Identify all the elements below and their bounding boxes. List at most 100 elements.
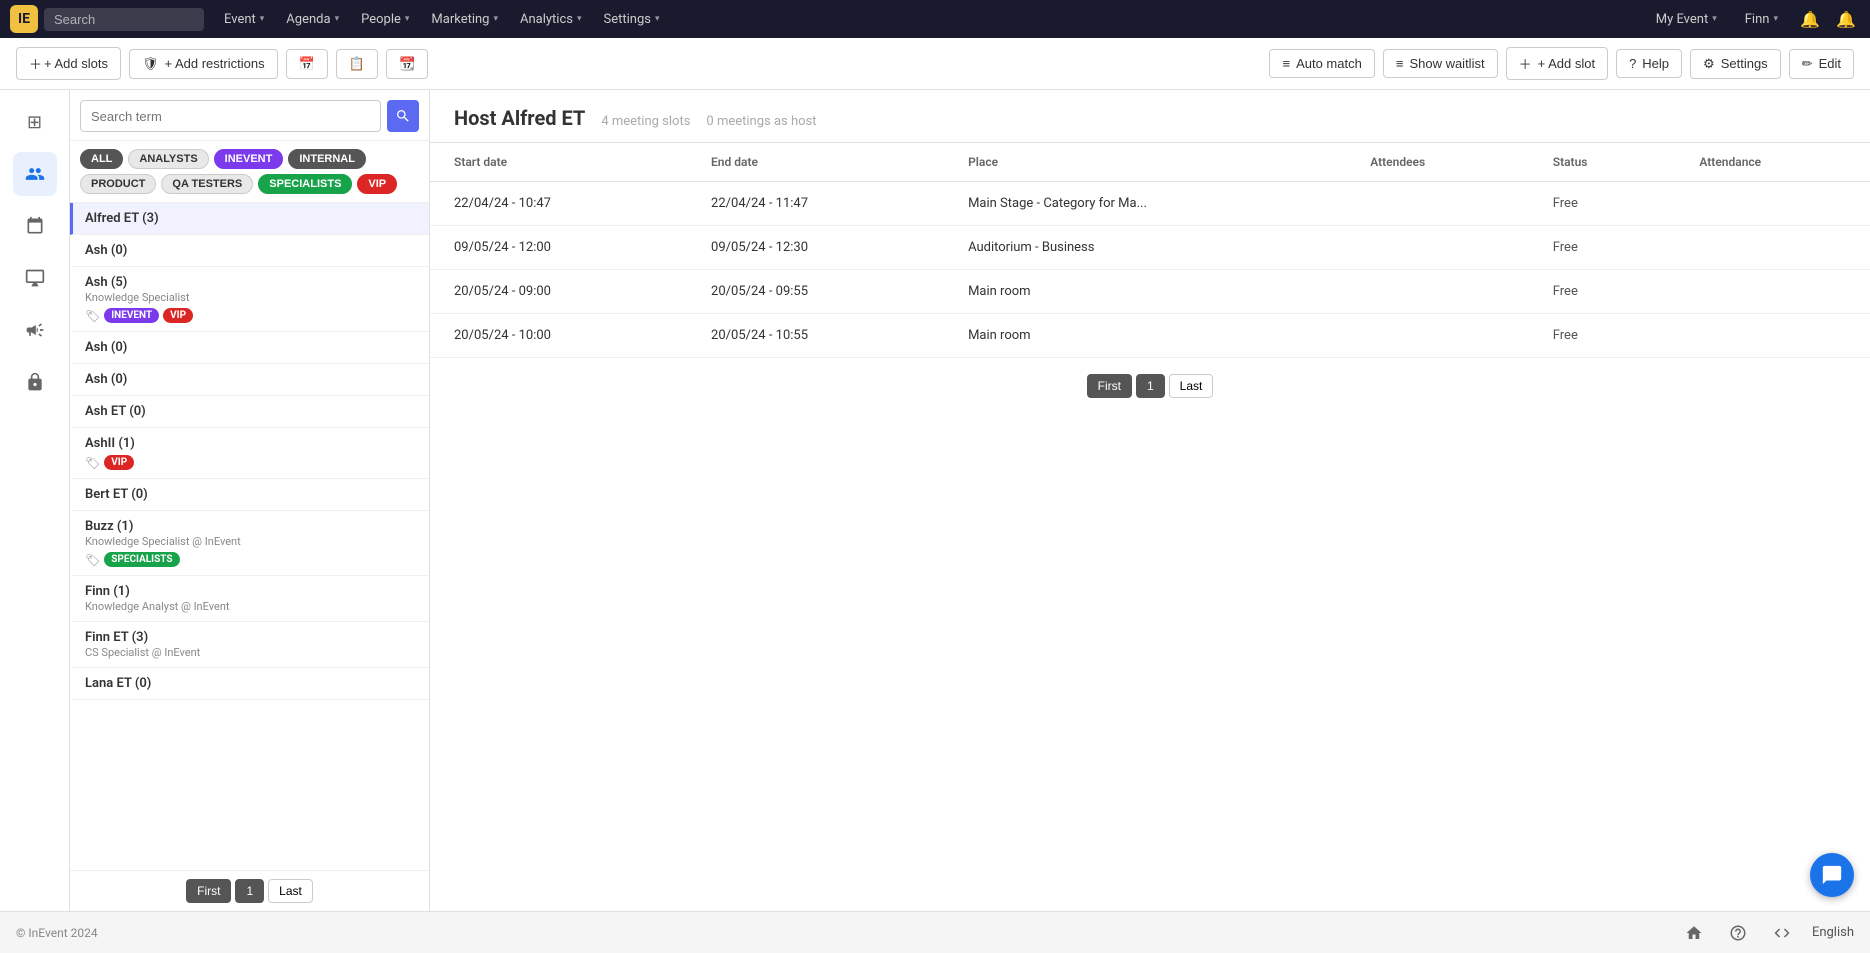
edit-icon: ✏ xyxy=(1802,56,1813,72)
person-item-bert[interactable]: Bert ET (0) xyxy=(70,479,429,511)
table-pagination: First 1 Last xyxy=(430,358,1870,414)
home-icon[interactable] xyxy=(1680,919,1708,947)
table-page-last-button[interactable]: Last xyxy=(1169,374,1214,398)
tag-filter-all[interactable]: ALL xyxy=(80,149,123,169)
calendar-button-1[interactable]: 📅 xyxy=(286,49,328,79)
table-page-first-button[interactable]: First xyxy=(1087,374,1132,398)
nav-agenda[interactable]: Agenda ▾ xyxy=(276,8,349,31)
host-header: Host Alfred ET 4 meeting slots 0 meeting… xyxy=(430,90,1870,143)
sidebar-item-people[interactable] xyxy=(13,152,57,196)
sidebar-item-dashboard[interactable]: ⊞ xyxy=(13,100,57,144)
tag-filter-product[interactable]: PRODUCT xyxy=(80,174,156,194)
tag-filter-qa-testers[interactable]: QA TESTERS xyxy=(161,174,253,194)
tag-icon-ash5: 🏷 xyxy=(85,309,100,323)
search-input[interactable] xyxy=(44,8,204,31)
calendar-check-icon: 📆 xyxy=(399,56,415,72)
help-footer-icon[interactable] xyxy=(1724,919,1752,947)
add-slots-button[interactable]: ＋ + Add slots xyxy=(16,47,121,80)
footer: © InEvent 2024 English xyxy=(0,911,1870,953)
tag-filter-specialists[interactable]: SPECIALISTS xyxy=(258,174,352,194)
chevron-down-icon: ▾ xyxy=(577,14,582,24)
table-row[interactable]: 09/05/24 - 12:00 09/05/24 - 12:30 Audito… xyxy=(430,226,1870,270)
notifications-icon[interactable]: 🔔 xyxy=(1796,5,1824,33)
col-end-date: End date xyxy=(687,143,944,182)
tag-filter-inevent[interactable]: INEVENT xyxy=(214,149,284,169)
right-panel: Host Alfred ET 4 meeting slots 0 meeting… xyxy=(430,90,1870,911)
search-term-input[interactable] xyxy=(80,100,381,132)
person-item-ash-0-1[interactable]: Ash (0) xyxy=(70,235,429,267)
left-page-first-button[interactable]: First xyxy=(186,879,231,903)
chevron-down-icon: ▾ xyxy=(1712,14,1717,24)
auto-match-button[interactable]: ≡ Auto match xyxy=(1269,49,1374,78)
left-page-1-button[interactable]: 1 xyxy=(235,879,264,903)
tag-filter-internal[interactable]: INTERNAL xyxy=(288,149,366,169)
help-icon: ? xyxy=(1629,56,1636,71)
person-item-finn[interactable]: Finn (1) Knowledge Analyst @ InEvent xyxy=(70,576,429,622)
plus-slot-icon: ＋ xyxy=(1519,54,1532,73)
help-button[interactable]: ? Help xyxy=(1616,49,1682,78)
table-page-1-button[interactable]: 1 xyxy=(1136,374,1165,398)
nav-menu: Event ▾ Agenda ▾ People ▾ Marketing ▾ An… xyxy=(214,8,670,31)
calendar-icon: 📅 xyxy=(299,56,315,72)
nav-event[interactable]: Event ▾ xyxy=(214,8,274,31)
show-waitlist-button[interactable]: ≡ Show waitlist xyxy=(1383,49,1498,78)
meeting-slots-count: 4 meeting slots xyxy=(601,114,690,129)
person-item-ashii[interactable]: AshII (1) 🏷 VIP xyxy=(70,428,429,479)
sidebar-item-calendar[interactable] xyxy=(13,204,57,248)
add-slot-button[interactable]: ＋ + Add slot xyxy=(1506,47,1608,80)
person-item-ash-0-2[interactable]: Ash (0) xyxy=(70,332,429,364)
settings-button[interactable]: ⚙ Settings xyxy=(1690,49,1781,79)
edit-button[interactable]: ✏ Edit xyxy=(1789,49,1854,79)
sidebar-item-lock[interactable] xyxy=(13,360,57,404)
calendar-button-2[interactable]: 📋 xyxy=(336,49,378,79)
host-name: Host Alfred ET xyxy=(454,106,585,130)
sidebar-item-marketing[interactable] xyxy=(13,308,57,352)
tag-icon-ashii: 🏷 xyxy=(85,456,100,470)
main-content: ⊞ ALL ANALYSTS INEVENT INTERNAL xyxy=(0,90,1870,911)
person-item-finn-et[interactable]: Finn ET (3) CS Specialist @ InEvent xyxy=(70,622,429,668)
left-page-last-button[interactable]: Last xyxy=(268,879,313,903)
top-nav-right: My Event ▾ Finn ▾ 🔔 🔔 xyxy=(1646,5,1860,33)
tag-specialists-buzz: SPECIALISTS xyxy=(104,552,179,567)
language-label: English xyxy=(1812,925,1854,940)
sidebar-item-monitor[interactable] xyxy=(13,256,57,300)
shield-icon: 🛡 xyxy=(142,56,159,72)
search-submit-button[interactable] xyxy=(387,100,419,132)
toolbar: ＋ + Add slots 🛡 + Add restrictions 📅 📋 📆… xyxy=(0,38,1870,90)
col-attendees: Attendees xyxy=(1346,143,1529,182)
people-search-bar xyxy=(70,90,429,141)
top-nav: IE Event ▾ Agenda ▾ People ▾ Marketing ▾… xyxy=(0,0,1870,38)
copyright: © InEvent 2024 xyxy=(16,926,98,940)
chat-bubble[interactable] xyxy=(1810,853,1854,897)
nav-marketing[interactable]: Marketing ▾ xyxy=(421,8,508,31)
host-meta: 4 meeting slots 0 meetings as host xyxy=(601,114,816,129)
table-row[interactable]: 22/04/24 - 10:47 22/04/24 - 11:47 Main S… xyxy=(430,182,1870,226)
table-row[interactable]: 20/05/24 - 09:00 20/05/24 - 09:55 Main r… xyxy=(430,270,1870,314)
person-item-alfred[interactable]: Alfred ET (3) xyxy=(70,203,429,235)
nav-people[interactable]: People ▾ xyxy=(351,8,419,31)
person-item-ash-5[interactable]: Ash (5) Knowledge Specialist 🏷 INEVENT V… xyxy=(70,267,429,332)
person-item-ash-0-3[interactable]: Ash (0) xyxy=(70,364,429,396)
meetings-table: Start date End date Place Attendees Stat… xyxy=(430,143,1870,911)
calendar-button-3[interactable]: 📆 xyxy=(386,49,428,79)
nav-analytics[interactable]: Analytics ▾ xyxy=(510,8,592,31)
person-item-lana[interactable]: Lana ET (0) xyxy=(70,668,429,700)
left-panel-pagination: First 1 Last xyxy=(70,870,429,911)
chevron-down-icon: ▾ xyxy=(335,14,340,24)
toolbar-right: ≡ Auto match ≡ Show waitlist ＋ + Add slo… xyxy=(1269,47,1854,80)
chevron-down-icon: ▾ xyxy=(260,14,265,24)
nav-settings[interactable]: Settings ▾ xyxy=(594,8,670,31)
tag-filter-vip[interactable]: VIP xyxy=(357,174,397,194)
add-restrictions-button[interactable]: 🛡 + Add restrictions xyxy=(129,49,278,79)
tag-inevent-ash5: INEVENT xyxy=(104,308,159,323)
my-event-dropdown[interactable]: My Event ▾ xyxy=(1646,8,1727,31)
tag-filter-analysts[interactable]: ANALYSTS xyxy=(128,149,208,169)
user-dropdown[interactable]: Finn ▾ xyxy=(1735,8,1788,31)
alerts-icon[interactable]: 🔔 xyxy=(1832,5,1860,33)
table-row[interactable]: 20/05/24 - 10:00 20/05/24 - 10:55 Main r… xyxy=(430,314,1870,358)
person-item-buzz[interactable]: Buzz (1) Knowledge Specialist @ InEvent … xyxy=(70,511,429,576)
tag-vip-ash5: VIP xyxy=(163,308,193,323)
tag-filters: ALL ANALYSTS INEVENT INTERNAL PRODUCT QA… xyxy=(70,141,429,203)
person-item-ash-et[interactable]: Ash ET (0) xyxy=(70,396,429,428)
code-icon[interactable] xyxy=(1768,919,1796,947)
